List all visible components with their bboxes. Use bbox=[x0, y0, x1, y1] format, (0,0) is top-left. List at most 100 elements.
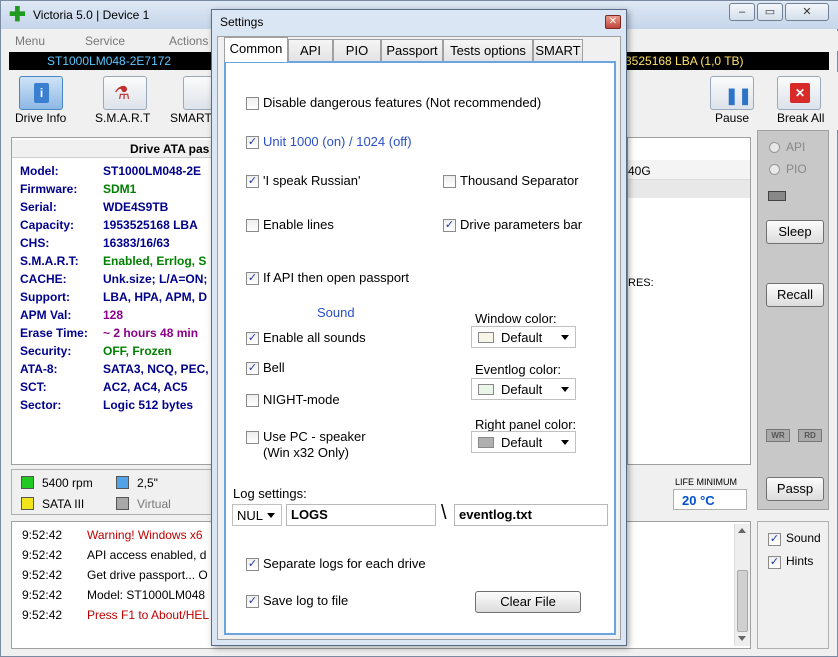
recall-button[interactable]: Recall bbox=[766, 283, 824, 307]
pc-speaker-checkbox[interactable] bbox=[246, 431, 259, 444]
bell-checkbox[interactable]: ✓ bbox=[246, 362, 259, 375]
right-panel-color-select[interactable]: Default bbox=[471, 431, 576, 453]
save-log-label: Save log to file bbox=[263, 593, 349, 608]
sound-label: Sound bbox=[786, 531, 821, 545]
right-check-panel: ✓ Sound ✓ Hints bbox=[757, 521, 829, 649]
scroll-up-arrow-icon[interactable] bbox=[738, 528, 746, 533]
api-radio[interactable] bbox=[769, 142, 780, 153]
info-value: LBA, HPA, APM, D bbox=[103, 290, 207, 304]
smart-button[interactable]: ⚗ bbox=[103, 76, 147, 110]
info-label: Serial: bbox=[20, 200, 57, 214]
rpm-indicator bbox=[21, 476, 34, 489]
pio-radio[interactable] bbox=[769, 164, 780, 175]
russian-label: 'I speak Russian' bbox=[263, 173, 361, 188]
log-scrollbar[interactable] bbox=[734, 524, 750, 646]
wr-badge: WR bbox=[766, 429, 790, 442]
chevron-down-icon bbox=[561, 335, 569, 340]
log-time: 9:52:42 bbox=[22, 548, 63, 562]
right-panel-color-swatch bbox=[478, 437, 494, 448]
right-panel-color-label: Right panel color: bbox=[475, 417, 577, 432]
eventlog-color-value: Default bbox=[501, 382, 543, 397]
hints-checkbox[interactable]: ✓ bbox=[768, 556, 781, 569]
sound-section-header: Sound bbox=[317, 305, 355, 320]
dialog-close-button[interactable]: ✕ bbox=[605, 15, 621, 29]
life-minimum-field: 20 °C bbox=[673, 489, 747, 510]
log-device-select[interactable]: NUL bbox=[232, 504, 282, 526]
drive-model: ST1000LM048-2E7172 bbox=[47, 54, 172, 68]
info-value: Unk.size; L/A=ON; bbox=[103, 272, 208, 286]
tab-passport[interactable]: Passport bbox=[381, 39, 443, 61]
tab-common[interactable]: Common bbox=[224, 37, 288, 62]
info-value: AC2, AC4, AC5 bbox=[103, 380, 188, 394]
sleep-button[interactable]: Sleep bbox=[766, 220, 824, 244]
scroll-thumb[interactable] bbox=[737, 570, 748, 632]
right-info-row-blank bbox=[628, 180, 750, 198]
log-dir-input[interactable]: LOGS bbox=[286, 504, 436, 526]
menu-item-service[interactable]: Service bbox=[85, 34, 125, 48]
eventlog-color-label: Eventlog color: bbox=[475, 362, 561, 377]
maximize-button[interactable]: ▭ bbox=[757, 3, 783, 21]
eventlog-color-swatch bbox=[478, 384, 494, 395]
scroll-down-arrow-icon[interactable] bbox=[738, 636, 746, 641]
menu-item-menu[interactable]: Menu bbox=[15, 34, 45, 48]
api-passport-label: If API then open passport bbox=[263, 270, 409, 285]
enable-sounds-checkbox[interactable]: ✓ bbox=[246, 332, 259, 345]
drive-legend: 5400 rpm 2,5" SATA III Virtual bbox=[11, 469, 215, 515]
pio-label: PIO bbox=[786, 162, 807, 176]
info-label: S.M.A.R.T: bbox=[20, 254, 79, 268]
size-indicator bbox=[116, 476, 129, 489]
window-title: Victoria 5.0 | Device 1 bbox=[33, 8, 150, 22]
smart2-button[interactable] bbox=[183, 76, 213, 110]
info-header: Drive ATA pas bbox=[12, 140, 214, 158]
unit-checkbox[interactable]: ✓ bbox=[246, 136, 259, 149]
test-tubes-icon: ⚗ bbox=[114, 83, 131, 103]
window-color-select[interactable]: Default bbox=[471, 326, 576, 348]
log-path-separator: \ bbox=[441, 502, 447, 524]
pc-speaker-label: Use PC - speaker bbox=[263, 429, 366, 444]
dialog-body: Common API PIO Passport Tests options SM… bbox=[217, 36, 621, 640]
chevron-down-icon bbox=[561, 387, 569, 392]
info-value: 16383/16/63 bbox=[103, 236, 170, 250]
smart2-label: SMART bbox=[170, 111, 212, 125]
log-time: 9:52:42 bbox=[22, 568, 63, 582]
log-message: Press F1 to About/HEL bbox=[87, 608, 210, 622]
drive-params-bar-checkbox[interactable]: ✓ bbox=[443, 219, 456, 232]
menu-item-actions[interactable]: Actions bbox=[169, 34, 208, 48]
info-label: CHS: bbox=[20, 236, 50, 250]
tab-api[interactable]: API bbox=[288, 39, 333, 61]
thousand-separator-checkbox[interactable] bbox=[443, 175, 456, 188]
tab-smart[interactable]: SMART bbox=[533, 39, 583, 61]
enable-lines-label: Enable lines bbox=[263, 217, 334, 232]
pause-button[interactable]: ❚❚ bbox=[710, 76, 754, 110]
passport-button[interactable]: Passp bbox=[766, 477, 824, 501]
sata-indicator bbox=[21, 497, 34, 510]
log-device-value: NUL bbox=[237, 508, 264, 523]
night-mode-checkbox[interactable] bbox=[246, 394, 259, 407]
log-file-input[interactable]: eventlog.txt bbox=[454, 504, 608, 526]
api-passport-checkbox[interactable]: ✓ bbox=[246, 272, 259, 285]
save-log-checkbox[interactable]: ✓ bbox=[246, 595, 259, 608]
eventlog-color-select[interactable]: Default bbox=[471, 378, 576, 400]
thousand-separator-label: Thousand Separator bbox=[460, 173, 579, 188]
settings-dialog: Settings ✕ Common API PIO Passport Tests… bbox=[211, 9, 627, 646]
russian-checkbox[interactable]: ✓ bbox=[246, 175, 259, 188]
break-all-label: Break All bbox=[777, 111, 825, 125]
info-header-title: Drive ATA pas bbox=[130, 142, 210, 156]
info-value: Enabled, Errlog, S bbox=[103, 254, 207, 268]
minimize-button[interactable]: ‒ bbox=[729, 3, 755, 21]
drive-info-button[interactable]: i bbox=[19, 76, 63, 110]
sound-checkbox[interactable]: ✓ bbox=[768, 533, 781, 546]
window-color-value: Default bbox=[501, 330, 543, 345]
separate-logs-checkbox[interactable]: ✓ bbox=[246, 558, 259, 571]
close-window-button[interactable]: ✕ bbox=[785, 3, 829, 21]
tab-pio[interactable]: PIO bbox=[333, 39, 381, 61]
tab-tests-options[interactable]: Tests options bbox=[443, 39, 533, 61]
enable-lines-checkbox[interactable] bbox=[246, 219, 259, 232]
disable-dangerous-checkbox[interactable] bbox=[246, 97, 259, 110]
sata-label: SATA III bbox=[42, 497, 85, 511]
break-all-button[interactable]: ✕ bbox=[777, 76, 821, 110]
clear-file-button[interactable]: Clear File bbox=[475, 591, 581, 613]
size-label: 2,5" bbox=[137, 476, 158, 490]
info-value: OFF, Frozen bbox=[103, 344, 172, 358]
dialog-title: Settings bbox=[220, 15, 264, 29]
